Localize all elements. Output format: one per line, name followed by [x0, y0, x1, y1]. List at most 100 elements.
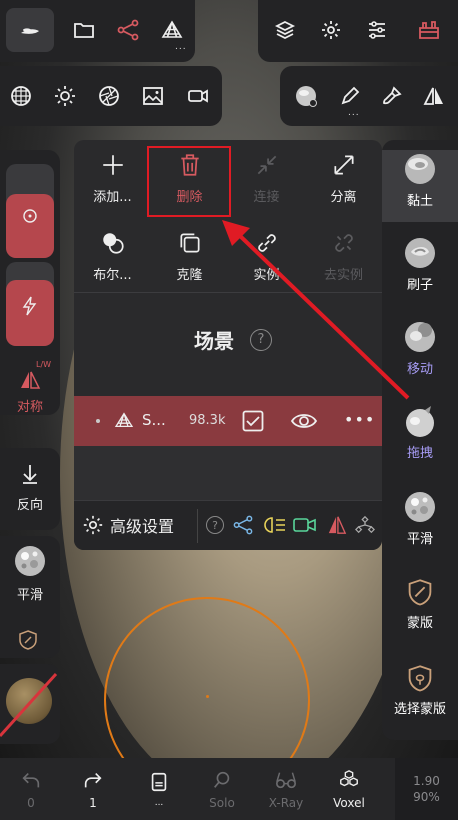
- bullet-icon: [96, 419, 100, 423]
- add-button[interactable]: 添加...: [74, 152, 151, 205]
- smooth-sphere-icon: [15, 546, 45, 576]
- background-button[interactable]: [132, 72, 174, 120]
- topology-sub: ...: [175, 42, 187, 52]
- scene-row[interactable]: S... 98.3k •••: [74, 396, 382, 446]
- footer-help-icon[interactable]: ?: [206, 516, 224, 534]
- radius-slider[interactable]: [6, 164, 54, 258]
- plus-icon: [102, 155, 123, 175]
- brush-button[interactable]: [372, 72, 412, 120]
- paint-sub: ...: [348, 108, 360, 118]
- mask-shield-icon[interactable]: [16, 628, 40, 652]
- symmetry-icon: [21, 371, 41, 389]
- clone-button[interactable]: 克隆: [151, 230, 228, 283]
- reverse-label: 反向: [16, 498, 43, 513]
- smooth-left-label: 平滑: [16, 588, 43, 603]
- symmetry-label: 对称: [16, 400, 43, 415]
- redo-icon: [84, 772, 102, 787]
- advanced-settings-button[interactable]: 高级设置: [82, 513, 174, 537]
- settings-button[interactable]: [308, 8, 354, 52]
- separate-button[interactable]: 分离: [305, 152, 382, 205]
- sun-icon: [55, 86, 75, 106]
- xray-button[interactable]: X-Ray: [255, 758, 317, 820]
- mesh-pyramid-icon: [161, 20, 183, 38]
- redo-button[interactable]: 1: [62, 758, 124, 820]
- separate-label: 分离: [330, 190, 357, 205]
- drag-label: 拖拽: [406, 446, 433, 461]
- lighting-button[interactable]: [44, 72, 86, 120]
- select-mask-tool[interactable]: 选择蒙版: [382, 664, 458, 717]
- topology-button[interactable]: [150, 8, 194, 52]
- more-options-icon[interactable]: •••: [344, 410, 375, 429]
- scene-footer: 高级设置 ?: [74, 500, 382, 550]
- mask-label: 蒙版: [406, 616, 433, 631]
- brush-tool[interactable]: 刷子: [382, 236, 458, 293]
- symmetry-button[interactable]: L/W 对称: [0, 360, 60, 415]
- smooth-tool[interactable]: 平滑: [382, 490, 458, 547]
- arrow-down-icon: [23, 465, 37, 484]
- bottom-bar: 0 1 ... Solo X-Ray Voxel: [0, 758, 395, 820]
- folder-icon: [74, 23, 94, 38]
- radius-icon: [23, 209, 37, 223]
- aperture-icon: [99, 86, 119, 106]
- undo-count: 0: [27, 795, 35, 810]
- opacity-value: 90%: [413, 790, 440, 804]
- move-tool[interactable]: 移动: [382, 320, 458, 377]
- image-icon: [143, 87, 163, 105]
- tools-settings-button[interactable]: [404, 8, 454, 52]
- connect-button[interactable]: 连接: [228, 152, 305, 205]
- symmetry-plane-icon[interactable]: [326, 515, 348, 535]
- aperture-button[interactable]: [88, 72, 130, 120]
- clay-tool[interactable]: 黏土: [382, 152, 458, 209]
- undo-button[interactable]: 0: [0, 758, 62, 820]
- smooth-left-button[interactable]: 平滑: [0, 544, 60, 603]
- eye-icon[interactable]: [290, 410, 318, 432]
- color-swatch-panel[interactable]: [0, 664, 60, 744]
- zoom-readout: 1.90 90%: [395, 758, 458, 820]
- voxel-button[interactable]: Voxel: [318, 758, 380, 820]
- hierarchy-icon[interactable]: [354, 515, 376, 535]
- clone-label: 克隆: [176, 268, 203, 283]
- layers-button[interactable]: [262, 8, 308, 52]
- brush-center-dot: [206, 695, 209, 698]
- share-nodes-icon: [117, 19, 139, 41]
- checkbox-icon[interactable]: [242, 410, 264, 432]
- nodes-icon[interactable]: [232, 515, 254, 535]
- collapse-arrows-icon: [257, 155, 276, 175]
- layers-icon: [274, 20, 296, 40]
- camera-icon[interactable]: [292, 515, 318, 535]
- voxel-cubes-icon: [340, 769, 358, 786]
- smooth-label: 平滑: [406, 532, 433, 547]
- radius-slider-fill: [6, 194, 54, 258]
- drag-sphere-icon: [406, 406, 434, 437]
- smooth-left-panel: 平滑: [0, 536, 60, 658]
- files-button[interactable]: [62, 8, 106, 52]
- instance-button[interactable]: 实例: [228, 230, 305, 283]
- intensity-slider[interactable]: [6, 262, 54, 346]
- light-icon[interactable]: [262, 515, 288, 535]
- boolean-button[interactable]: 布尔...: [74, 230, 151, 283]
- clone-icon: [179, 233, 200, 253]
- mirror-button[interactable]: [414, 72, 454, 120]
- glasses-icon: [276, 771, 296, 788]
- mask-tool[interactable]: 蒙版: [382, 578, 458, 631]
- magnifier-icon: [214, 771, 230, 788]
- drag-tool[interactable]: 拖拽: [382, 404, 458, 461]
- brush-label: 刷子: [406, 278, 433, 293]
- material-button[interactable]: [284, 72, 328, 120]
- matcap-button[interactable]: [0, 72, 42, 120]
- camera-button[interactable]: [176, 72, 220, 120]
- solo-button[interactable]: Solo: [191, 758, 253, 820]
- reverse-button[interactable]: 反向: [0, 448, 60, 530]
- document-button[interactable]: ...: [128, 758, 190, 820]
- menu-button[interactable]: [6, 8, 54, 52]
- divider: [74, 292, 382, 293]
- deinstance-button[interactable]: 去实例: [305, 230, 382, 283]
- mask-icon: [408, 579, 432, 606]
- scene-button[interactable]: [106, 8, 150, 52]
- help-icon[interactable]: ?: [250, 328, 272, 351]
- scene-item-name: S...: [142, 411, 166, 429]
- sliders-button[interactable]: [354, 8, 400, 52]
- select-mask-icon: [408, 665, 432, 692]
- brush-sphere-icon: [405, 238, 435, 268]
- move-sphere-icon: [405, 322, 435, 352]
